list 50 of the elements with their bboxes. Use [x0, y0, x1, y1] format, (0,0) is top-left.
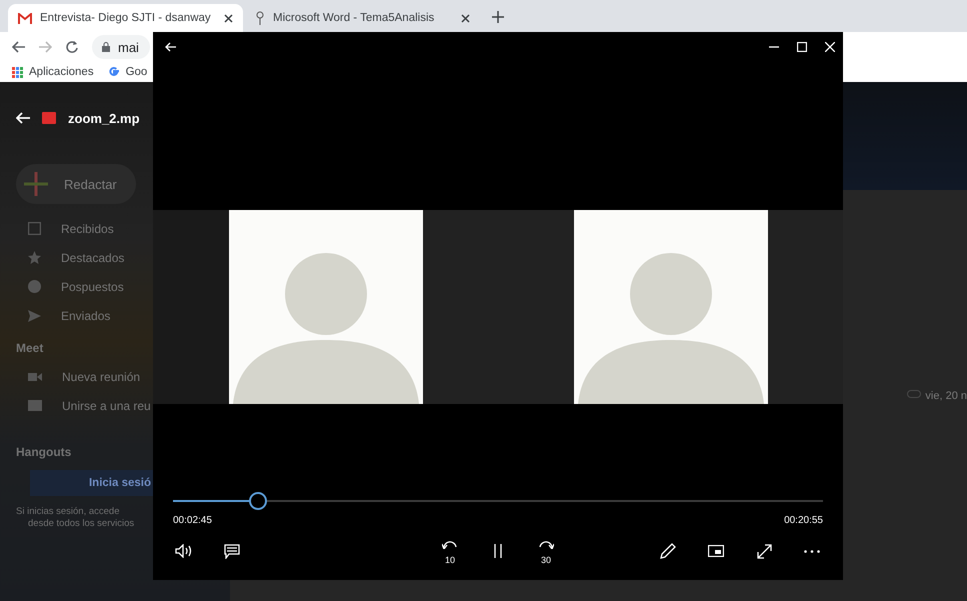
- file-name: zoom_2.mp: [68, 110, 140, 126]
- pause-icon: [494, 544, 502, 558]
- maximize-icon[interactable]: [797, 42, 807, 52]
- close-icon[interactable]: [224, 14, 233, 22]
- compose-button[interactable]: Redactar: [16, 164, 136, 204]
- nav-item[interactable]: Recibidos: [16, 214, 114, 243]
- nav-item[interactable]: Enviados: [16, 301, 110, 330]
- google-logo-icon: [108, 66, 120, 78]
- nav-item[interactable]: Pospuestos: [16, 272, 124, 301]
- browser-tab[interactable]: Entrevista- Diego SJTI - dsanway: [8, 4, 243, 32]
- url-text: mai: [118, 40, 139, 54]
- nav-item[interactable]: Destacados: [16, 243, 124, 272]
- section-heading: Hangouts: [16, 444, 72, 461]
- sign-in-note: desde todos los servicios: [27, 518, 134, 530]
- video-camera-icon: [28, 372, 42, 382]
- ellipsis-icon: [804, 550, 820, 552]
- total-duration: 00:20:55: [784, 515, 823, 526]
- sign-in-button[interactable]: Inicia sesió: [30, 470, 153, 496]
- send-icon: [28, 310, 41, 322]
- close-icon[interactable]: [461, 14, 470, 22]
- speech-bubble-icon: [224, 544, 240, 558]
- expand-arrows-icon: [756, 544, 772, 558]
- message-date: vie, 20 n: [907, 390, 967, 404]
- forward-arrow-icon: [538, 539, 554, 549]
- skip-forward-button[interactable]: 30: [535, 539, 557, 563]
- bookmark[interactable]: Aplicaciones: [12, 66, 94, 78]
- sign-in-note: Si inicias sesión, accede: [16, 506, 120, 518]
- address-bar[interactable]: mai: [92, 35, 150, 59]
- plus-icon: [24, 172, 48, 196]
- section-heading: Meet: [16, 340, 44, 357]
- new-tab-icon[interactable]: [492, 11, 504, 23]
- browser-tab[interactable]: Microsoft Word - Tema5Analisis: [245, 4, 480, 32]
- skip-back-button[interactable]: 10: [439, 539, 461, 563]
- bookmark[interactable]: Goo: [108, 66, 148, 78]
- reload-icon[interactable]: [66, 41, 78, 53]
- speaker-icon: [175, 544, 193, 558]
- lock-icon: [102, 42, 110, 52]
- elapsed-time: 00:02:45: [173, 515, 212, 526]
- pencil-icon: [660, 543, 676, 559]
- back-arrow-icon[interactable]: [12, 41, 25, 53]
- mini-view-icon: [708, 545, 724, 557]
- rewind-arrow-icon: [442, 539, 458, 549]
- progress-thumb[interactable]: [248, 492, 266, 510]
- nav-item[interactable]: Nueva reunión: [16, 362, 140, 391]
- minimize-icon[interactable]: [769, 46, 779, 48]
- star-icon: [28, 251, 41, 264]
- video-file-icon: [42, 112, 56, 124]
- mail-icon: [18, 12, 32, 24]
- nav-item[interactable]: Unirse a una reu: [16, 391, 151, 420]
- apps-grid-icon: [12, 66, 23, 78]
